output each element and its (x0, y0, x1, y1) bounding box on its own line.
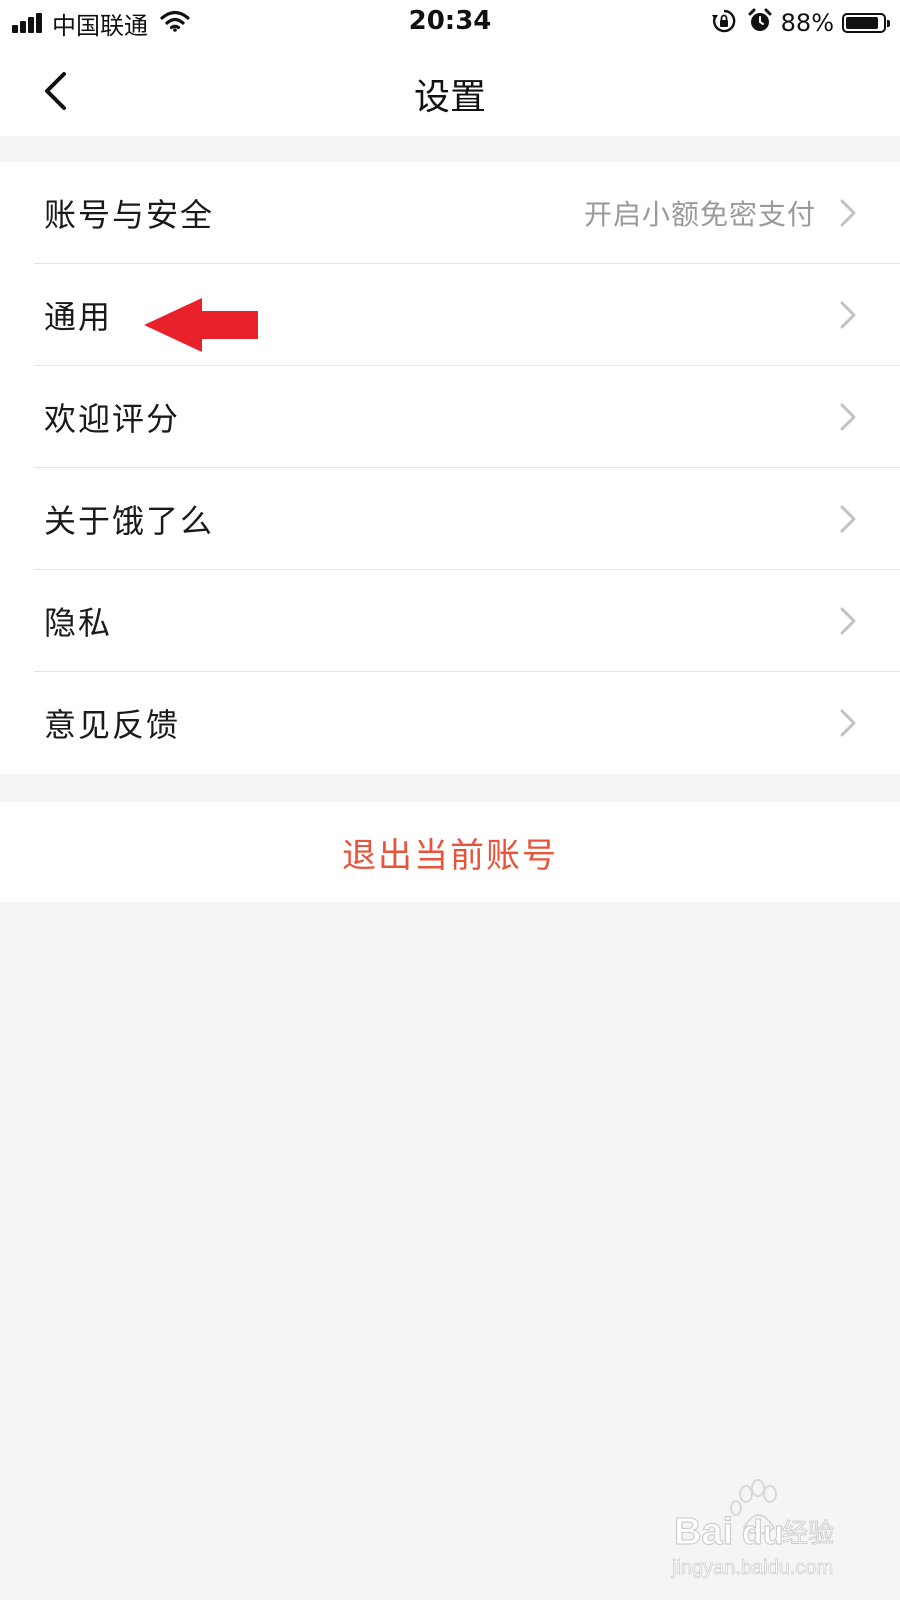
watermark-url: jingyan.baidu.com (671, 1557, 833, 1579)
battery-percent: 88% (780, 9, 834, 37)
menu-item-account-security[interactable]: 账号与安全 开启小额免密支付 (0, 162, 900, 264)
status-right: 88% (711, 8, 890, 38)
menu-item-label: 通用 (44, 298, 113, 336)
menu-item-feedback[interactable]: 意见反馈 (0, 672, 900, 774)
logout-label: 退出当前账号 (342, 835, 558, 876)
chevron-right-icon (840, 301, 856, 329)
nav-bar: 设置 (0, 46, 900, 136)
chevron-right-icon (840, 199, 856, 227)
alarm-icon (747, 8, 773, 38)
menu-item-rate-us[interactable]: 欢迎评分 (0, 366, 900, 468)
battery-icon (842, 13, 890, 33)
menu-item-label: 隐私 (44, 604, 113, 642)
chevron-right-icon (840, 607, 856, 635)
watermark-product: 经验 (782, 1519, 834, 1549)
watermark-brand: Bai (674, 1511, 733, 1553)
menu-item-privacy[interactable]: 隐私 (0, 570, 900, 672)
settings-menu: 账号与安全 开启小额免密支付 通用 欢迎评分 关于饿了么 隐私 意见反馈 (0, 162, 900, 774)
rotation-lock-icon (711, 8, 737, 38)
menu-item-label: 账号与安全 (44, 196, 215, 234)
menu-item-detail: 开启小额免密支付 (583, 198, 816, 231)
logout-button[interactable]: 退出当前账号 (0, 802, 900, 902)
baidu-paw-logo: Bai du 经验 jingyan.baidu.com (671, 1479, 834, 1579)
page-title: 设置 (413, 77, 486, 118)
baidu-jingyan-watermark: Bai du 经验 jingyan.baidu.com (664, 1472, 834, 1582)
chevron-right-icon (840, 403, 856, 431)
menu-item-label: 欢迎评分 (44, 400, 181, 438)
menu-item-label: 意见反馈 (44, 706, 181, 744)
menu-item-label: 关于饿了么 (44, 502, 215, 540)
chevron-right-icon (840, 505, 856, 533)
status-bar: 中国联通 20:34 88% (0, 0, 900, 46)
red-arrow-annotation (144, 298, 258, 352)
menu-item-general[interactable]: 通用 (0, 264, 900, 366)
watermark-brand-suffix: du (742, 1514, 784, 1552)
battery-fill (846, 17, 878, 29)
menu-item-about[interactable]: 关于饿了么 (0, 468, 900, 570)
chevron-right-icon (840, 709, 856, 737)
